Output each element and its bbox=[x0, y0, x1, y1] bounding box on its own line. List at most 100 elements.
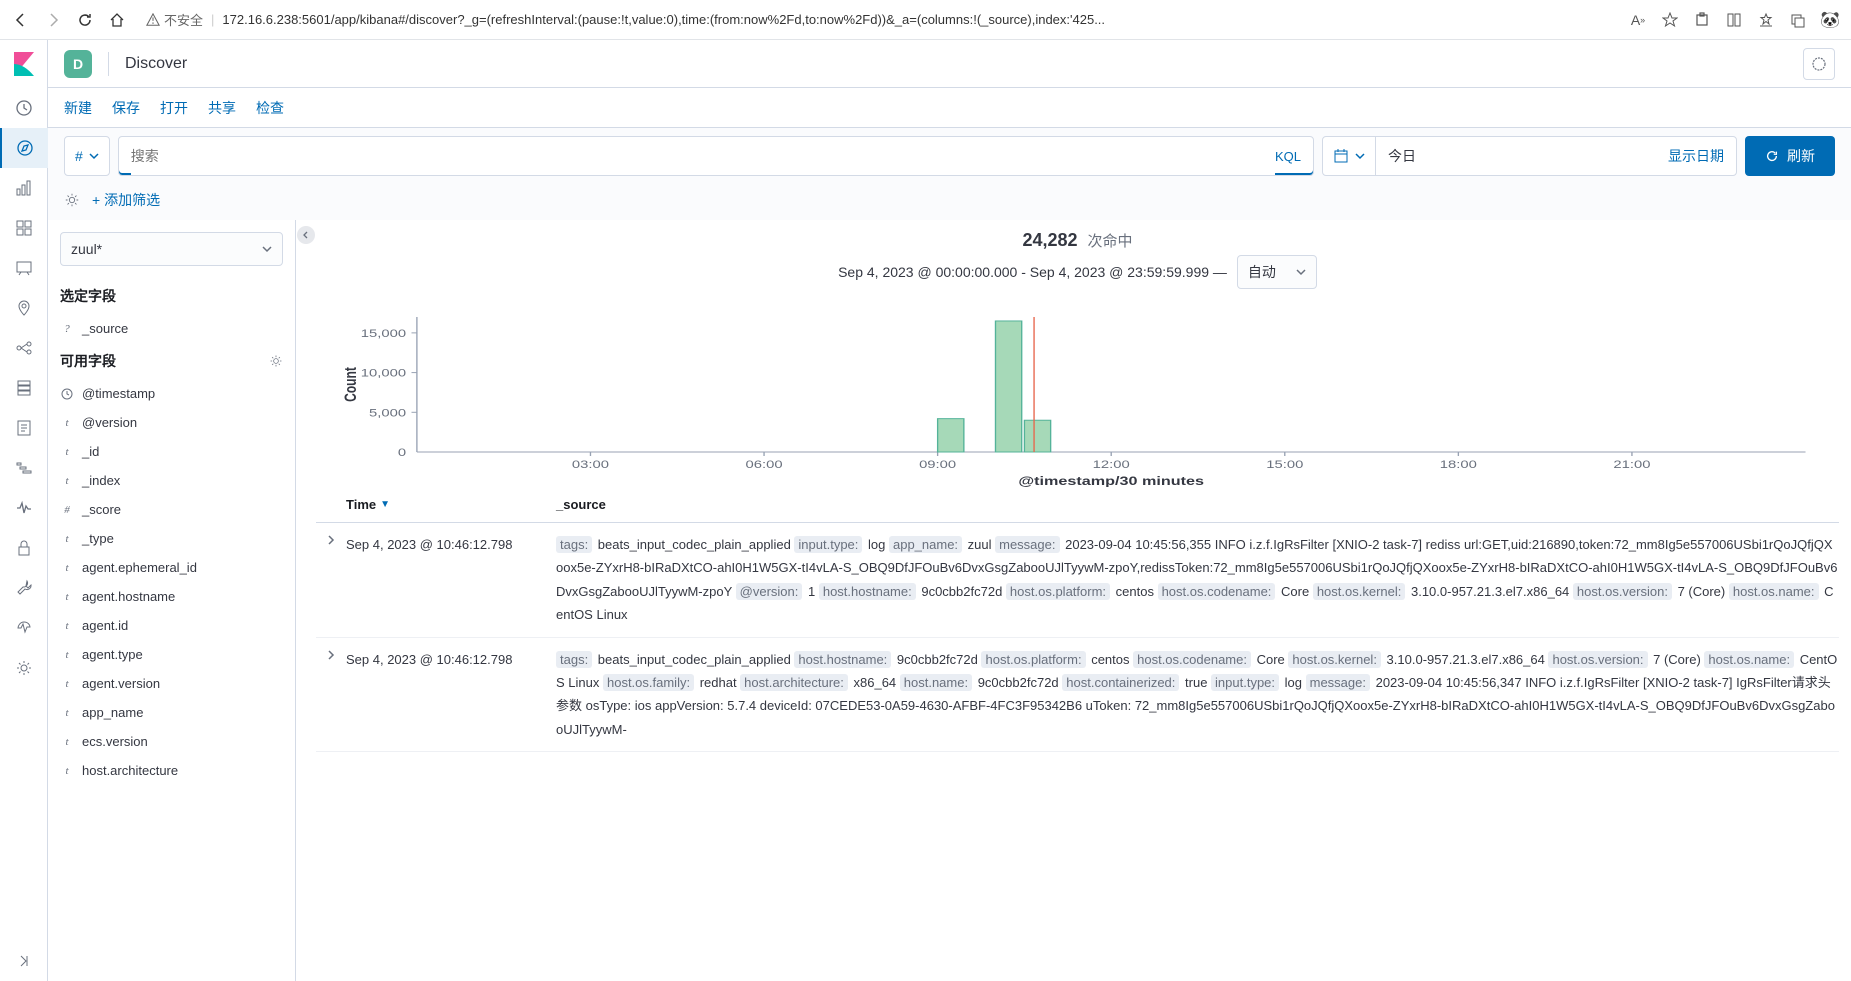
fullscreen-icon[interactable] bbox=[1803, 48, 1835, 80]
doc-source: tags: beats_input_codec_plain_applied in… bbox=[556, 533, 1839, 627]
home-icon[interactable] bbox=[108, 11, 126, 29]
chevron-down-icon bbox=[89, 151, 99, 161]
field-item[interactable]: t_id bbox=[48, 437, 295, 466]
field-item[interactable]: t_type bbox=[48, 524, 295, 553]
field-item[interactable]: tagent.ephemeral_id bbox=[48, 553, 295, 582]
forward-icon[interactable] bbox=[44, 11, 62, 29]
field-item[interactable]: # _score bbox=[48, 495, 295, 524]
doc-time: Sep 4, 2023 @ 10:46:12.798 bbox=[346, 648, 556, 742]
kql-toggle[interactable]: KQL bbox=[1275, 149, 1301, 164]
nav-ml[interactable] bbox=[0, 328, 48, 368]
svg-text:06:00: 06:00 bbox=[746, 458, 783, 471]
index-pattern-select[interactable]: zuul* bbox=[60, 232, 283, 266]
histogram-chart[interactable]: 05,00010,00015,000Count03:0006:0009:0012… bbox=[316, 307, 1839, 487]
field-type-icon: t bbox=[60, 416, 74, 430]
url-text[interactable]: 172.16.6.238:5601/app/kibana#/discover?_… bbox=[222, 12, 1105, 27]
field-label: host.containerized: bbox=[1062, 674, 1179, 691]
nav-management[interactable] bbox=[0, 648, 48, 688]
field-type-icon: t bbox=[60, 561, 74, 575]
table-header: Time ▼ _source bbox=[316, 487, 1839, 523]
nav-canvas[interactable] bbox=[0, 248, 48, 288]
field-name: @timestamp bbox=[82, 386, 155, 401]
expand-row-button[interactable] bbox=[316, 533, 346, 627]
collapse-sidebar-button[interactable] bbox=[297, 226, 315, 244]
nav-maps[interactable] bbox=[0, 288, 48, 328]
collections-icon[interactable] bbox=[1725, 11, 1743, 29]
col-source-header[interactable]: _source bbox=[556, 497, 1839, 512]
save-button[interactable]: 保存 bbox=[112, 98, 140, 118]
saved-queries-button[interactable]: # bbox=[64, 136, 110, 176]
interval-select[interactable]: 自动 bbox=[1237, 255, 1317, 289]
extensions-icon[interactable] bbox=[1693, 11, 1711, 29]
gear-icon[interactable] bbox=[64, 192, 80, 208]
nav-discover[interactable] bbox=[0, 128, 48, 168]
open-button[interactable]: 打开 bbox=[160, 98, 188, 118]
nav-infrastructure[interactable] bbox=[0, 368, 48, 408]
nav-monitoring[interactable] bbox=[0, 608, 48, 648]
nav-dashboard[interactable] bbox=[0, 208, 48, 248]
field-item[interactable]: t agent.hostname bbox=[48, 582, 295, 611]
nav-visualize[interactable] bbox=[0, 168, 48, 208]
field-item[interactable]: tapp_name bbox=[48, 698, 295, 727]
field-item[interactable]: @timestamp bbox=[48, 379, 295, 408]
nav-logs[interactable] bbox=[0, 408, 48, 448]
field-label: @version: bbox=[736, 583, 803, 600]
profile-icon[interactable]: 🐼 bbox=[1821, 11, 1839, 29]
expand-row-button[interactable] bbox=[316, 648, 346, 742]
nav-uptime[interactable] bbox=[0, 488, 48, 528]
field-item[interactable]: t_index bbox=[48, 466, 295, 495]
field-item[interactable]: ?_source bbox=[48, 314, 295, 343]
field-name: agent.hostname bbox=[82, 589, 175, 604]
nav-recent[interactable] bbox=[0, 88, 48, 128]
refresh-button[interactable]: 刷新 bbox=[1745, 136, 1835, 176]
read-aloud-icon[interactable]: A» bbox=[1629, 11, 1647, 29]
inspect-button[interactable]: 检查 bbox=[256, 98, 284, 118]
search-input[interactable] bbox=[131, 137, 1275, 175]
field-type-icon: t bbox=[60, 590, 74, 604]
header-bar: D Discover bbox=[48, 40, 1851, 88]
svg-text:09:00: 09:00 bbox=[919, 458, 956, 471]
svg-text:18:00: 18:00 bbox=[1440, 458, 1477, 471]
search-bar[interactable]: KQL bbox=[118, 136, 1314, 176]
field-item[interactable]: thost.architecture bbox=[48, 756, 295, 785]
sync-icon[interactable] bbox=[1789, 11, 1807, 29]
field-type-icon: ? bbox=[60, 322, 74, 336]
field-label: input.type: bbox=[794, 536, 862, 553]
new-button[interactable]: 新建 bbox=[64, 98, 92, 118]
nav-devtools[interactable] bbox=[0, 568, 48, 608]
field-type-icon: t bbox=[60, 735, 74, 749]
show-dates-button[interactable]: 显示日期 bbox=[1656, 137, 1736, 175]
field-type-icon: t bbox=[60, 619, 74, 633]
field-type-icon bbox=[60, 387, 74, 401]
field-name: _score bbox=[82, 502, 121, 517]
space-badge[interactable]: D bbox=[64, 50, 92, 78]
reload-icon[interactable] bbox=[76, 11, 94, 29]
field-label: host.hostname: bbox=[819, 583, 916, 600]
results-area: 24,282 次命中 Sep 4, 2023 @ 00:00:00.000 - … bbox=[316, 220, 1851, 981]
chevron-down-icon bbox=[262, 244, 272, 254]
field-type-icon: # bbox=[60, 503, 74, 517]
field-item[interactable]: tagent.type bbox=[48, 640, 295, 669]
back-icon[interactable] bbox=[12, 11, 30, 29]
field-label: host.os.name: bbox=[1704, 651, 1794, 668]
col-time-header[interactable]: Time ▼ bbox=[346, 497, 556, 512]
nav-collapse-icon[interactable] bbox=[0, 941, 48, 981]
gear-icon[interactable] bbox=[269, 354, 283, 368]
date-picker[interactable]: 今日 显示日期 bbox=[1322, 136, 1737, 176]
share-button[interactable]: 共享 bbox=[208, 98, 236, 118]
kibana-logo-icon[interactable] bbox=[0, 40, 48, 88]
field-item[interactable]: t agent.id bbox=[48, 611, 295, 640]
favorite-icon[interactable] bbox=[1661, 11, 1679, 29]
nav-siem[interactable] bbox=[0, 528, 48, 568]
favorites-bar-icon[interactable] bbox=[1757, 11, 1775, 29]
field-name: _index bbox=[82, 473, 120, 488]
add-filter-button[interactable]: + 添加筛选 bbox=[92, 190, 160, 210]
field-label: host.os.name: bbox=[1729, 583, 1819, 600]
nav-apm[interactable] bbox=[0, 448, 48, 488]
svg-text:Count: Count bbox=[343, 367, 361, 402]
field-name: agent.id bbox=[82, 618, 128, 633]
field-label: tags: bbox=[556, 536, 592, 553]
field-item[interactable]: tagent.version bbox=[48, 669, 295, 698]
field-item[interactable]: tecs.version bbox=[48, 727, 295, 756]
field-item[interactable]: t@version bbox=[48, 408, 295, 437]
